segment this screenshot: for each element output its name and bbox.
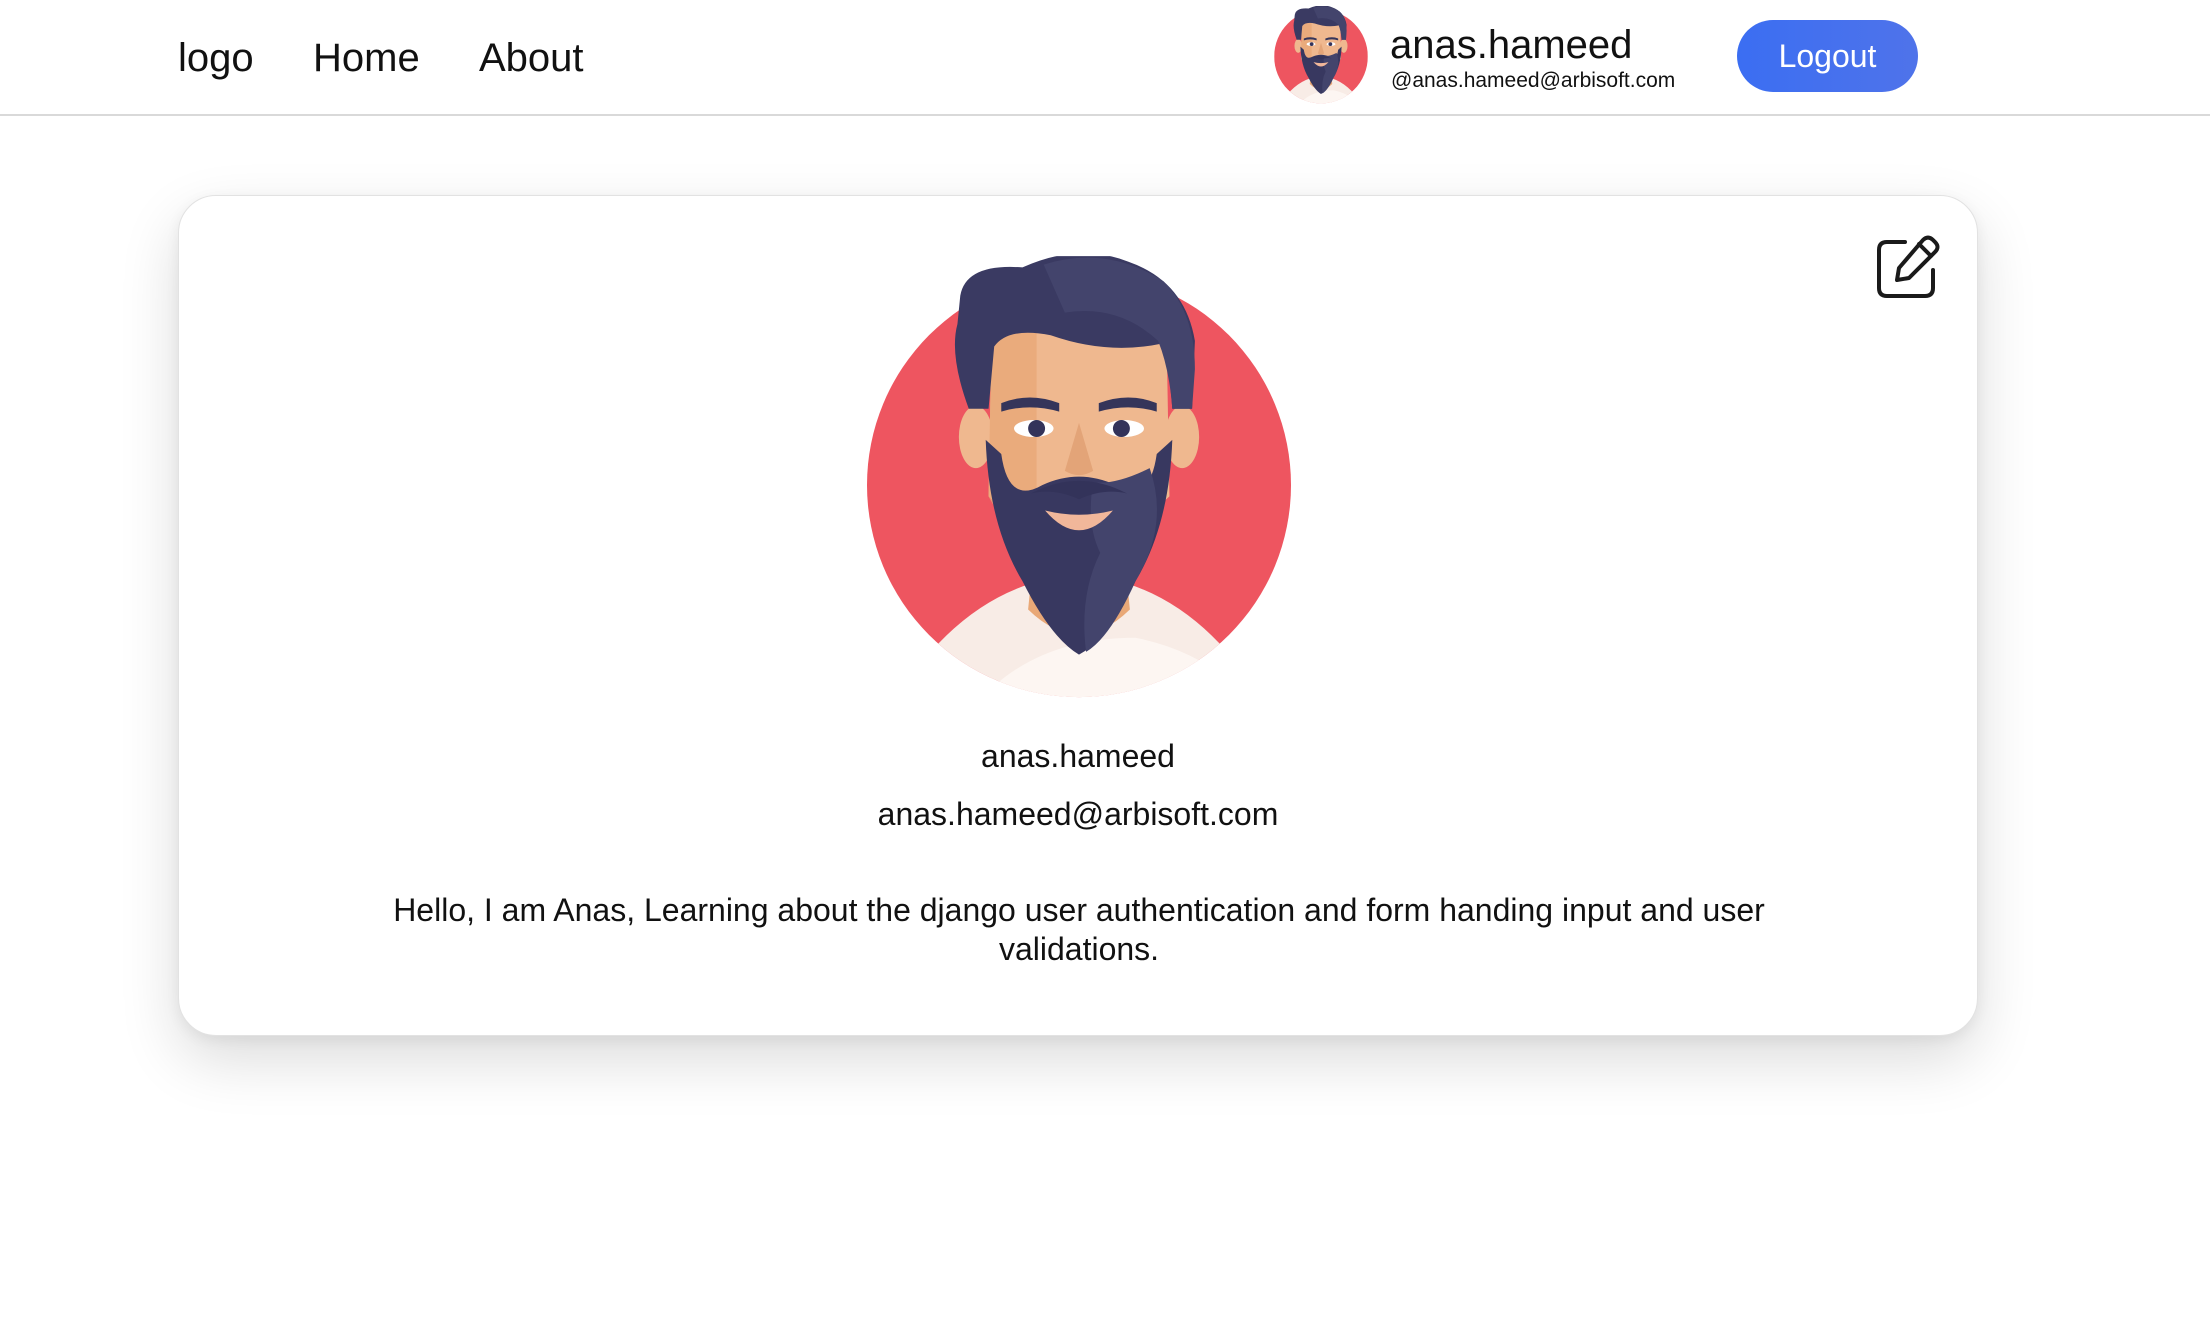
- user-avatar-icon[interactable]: [1272, 6, 1370, 104]
- navbar: logo Home About anas.hameed @anas.hameed…: [0, 0, 2210, 116]
- edit-icon: [1877, 235, 1940, 298]
- profile-username: anas.hameed: [981, 738, 1175, 774]
- logout-button[interactable]: Logout: [1737, 20, 1918, 92]
- edit-profile-button[interactable]: [1875, 234, 1941, 300]
- profile-email: anas.hameed@arbisoft.com: [877, 796, 1279, 832]
- profile-avatar-icon: [867, 256, 1291, 700]
- nav-user-email: @anas.hameed@arbisoft.com: [1391, 69, 1676, 92]
- nav-link-home[interactable]: Home: [313, 30, 420, 86]
- profile-bio: Hello, I am Anas, Learning about the dja…: [393, 892, 1765, 967]
- profile-card: anas.hameed anas.hameed@arbisoft.com Hel…: [178, 195, 1978, 1036]
- nav-logo[interactable]: logo: [178, 30, 254, 86]
- nav-username: anas.hameed: [1390, 23, 1633, 67]
- nav-link-about[interactable]: About: [479, 30, 584, 86]
